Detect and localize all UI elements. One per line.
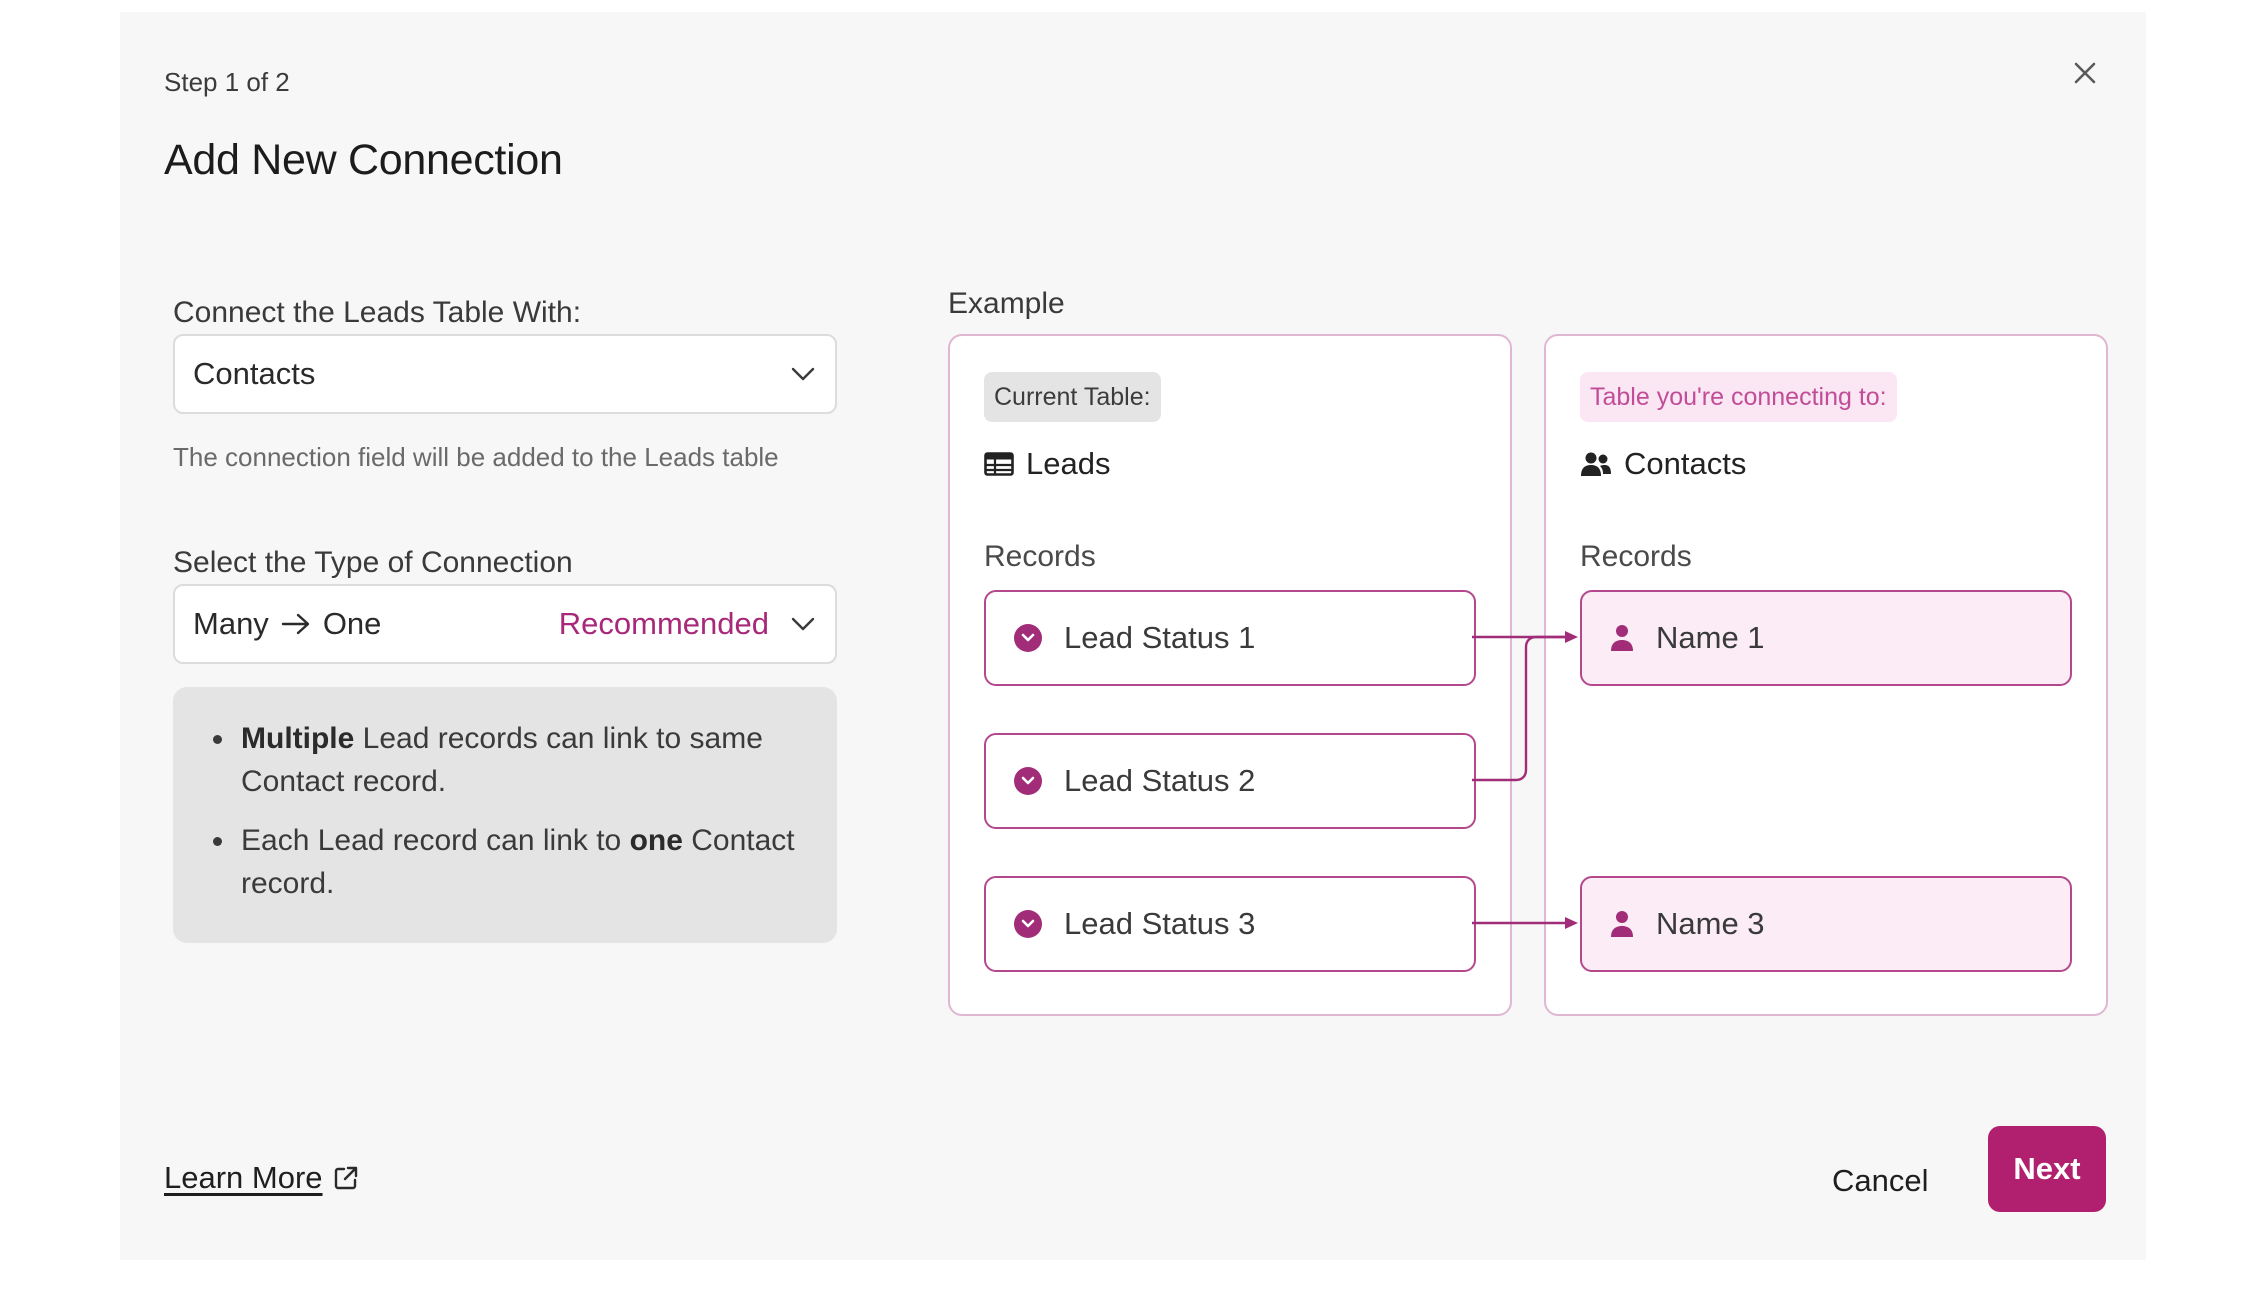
lead-record: Lead Status 3: [984, 876, 1476, 972]
close-button[interactable]: [2062, 50, 2108, 96]
users-icon: [1581, 452, 1611, 476]
contact-record: Name 1: [1580, 590, 2072, 686]
example-label: Example: [948, 287, 1065, 320]
lead-record-label: Lead Status 3: [1064, 906, 1256, 941]
info-bold: Multiple: [241, 722, 355, 755]
step-indicator: Step 1 of 2: [164, 67, 290, 97]
info-item: Multiple Lead records can link to same C…: [213, 717, 807, 803]
target-table-tag: Table you're connecting to:: [1580, 372, 1897, 422]
contact-record: Name 3: [1580, 876, 2072, 972]
target-table-name: Contacts: [1580, 446, 1746, 482]
chevron-down-icon: [791, 617, 815, 631]
chevron-down-circle-icon: [1014, 624, 1042, 652]
lead-record: Lead Status 2: [984, 733, 1476, 829]
recommended-badge: Recommended: [558, 606, 769, 641]
modal-title: Add New Connection: [164, 136, 563, 184]
connect-table-label: Connect the Leads Table With:: [173, 296, 582, 329]
cancel-button[interactable]: Cancel: [1832, 1146, 1929, 1216]
learn-more-label: Learn More: [164, 1160, 323, 1195]
person-icon: [1611, 625, 1633, 651]
chevron-down-icon: [791, 367, 815, 381]
info-text: Each Lead record can link to: [241, 824, 630, 857]
table-icon: [984, 452, 1014, 476]
close-icon: [2074, 62, 2096, 84]
contact-record-label: Name 1: [1656, 620, 1765, 655]
records-label: Records: [984, 540, 1096, 573]
connect-table-value: Contacts: [193, 356, 316, 391]
lead-record: Lead Status 1: [984, 590, 1476, 686]
arrow-right-icon: [281, 613, 310, 635]
connection-type-label: Select the Type of Connection: [173, 546, 573, 579]
connection-info-box: Multiple Lead records can link to same C…: [173, 687, 837, 943]
lead-record-label: Lead Status 1: [1064, 620, 1256, 655]
chevron-down-circle-icon: [1014, 767, 1042, 795]
connection-type-value: Many One: [193, 606, 559, 642]
person-icon: [1611, 911, 1633, 937]
connect-help-text: The connection field will be added to th…: [173, 442, 779, 472]
current-table-label: Leads: [1026, 446, 1111, 481]
type-to: One: [322, 606, 382, 641]
type-from: Many: [193, 606, 269, 641]
target-table-panel: Table you're connecting to: Contacts Rec…: [1544, 334, 2108, 1016]
lead-record-label: Lead Status 2: [1064, 763, 1256, 798]
info-bold: one: [629, 824, 683, 857]
current-table-tag: Current Table:: [984, 372, 1161, 422]
connection-type-select[interactable]: Many One Recommended: [173, 584, 837, 664]
current-table-name: Leads: [984, 446, 1110, 482]
learn-more-link[interactable]: Learn More: [164, 1160, 359, 1196]
current-table-panel: Current Table: Leads Records Lead Status…: [948, 334, 1512, 1016]
info-item: Each Lead record can link to one Contact…: [213, 819, 807, 905]
target-table-label: Contacts: [1624, 446, 1747, 481]
next-button[interactable]: Next: [1988, 1126, 2106, 1212]
connect-table-select[interactable]: Contacts: [173, 334, 837, 414]
records-label: Records: [1580, 540, 1692, 573]
contact-record-label: Name 3: [1656, 906, 1765, 941]
external-link-icon: [334, 1166, 357, 1190]
chevron-down-circle-icon: [1014, 910, 1042, 938]
add-connection-modal: Step 1 of 2 Add New Connection Connect t…: [120, 12, 2146, 1260]
